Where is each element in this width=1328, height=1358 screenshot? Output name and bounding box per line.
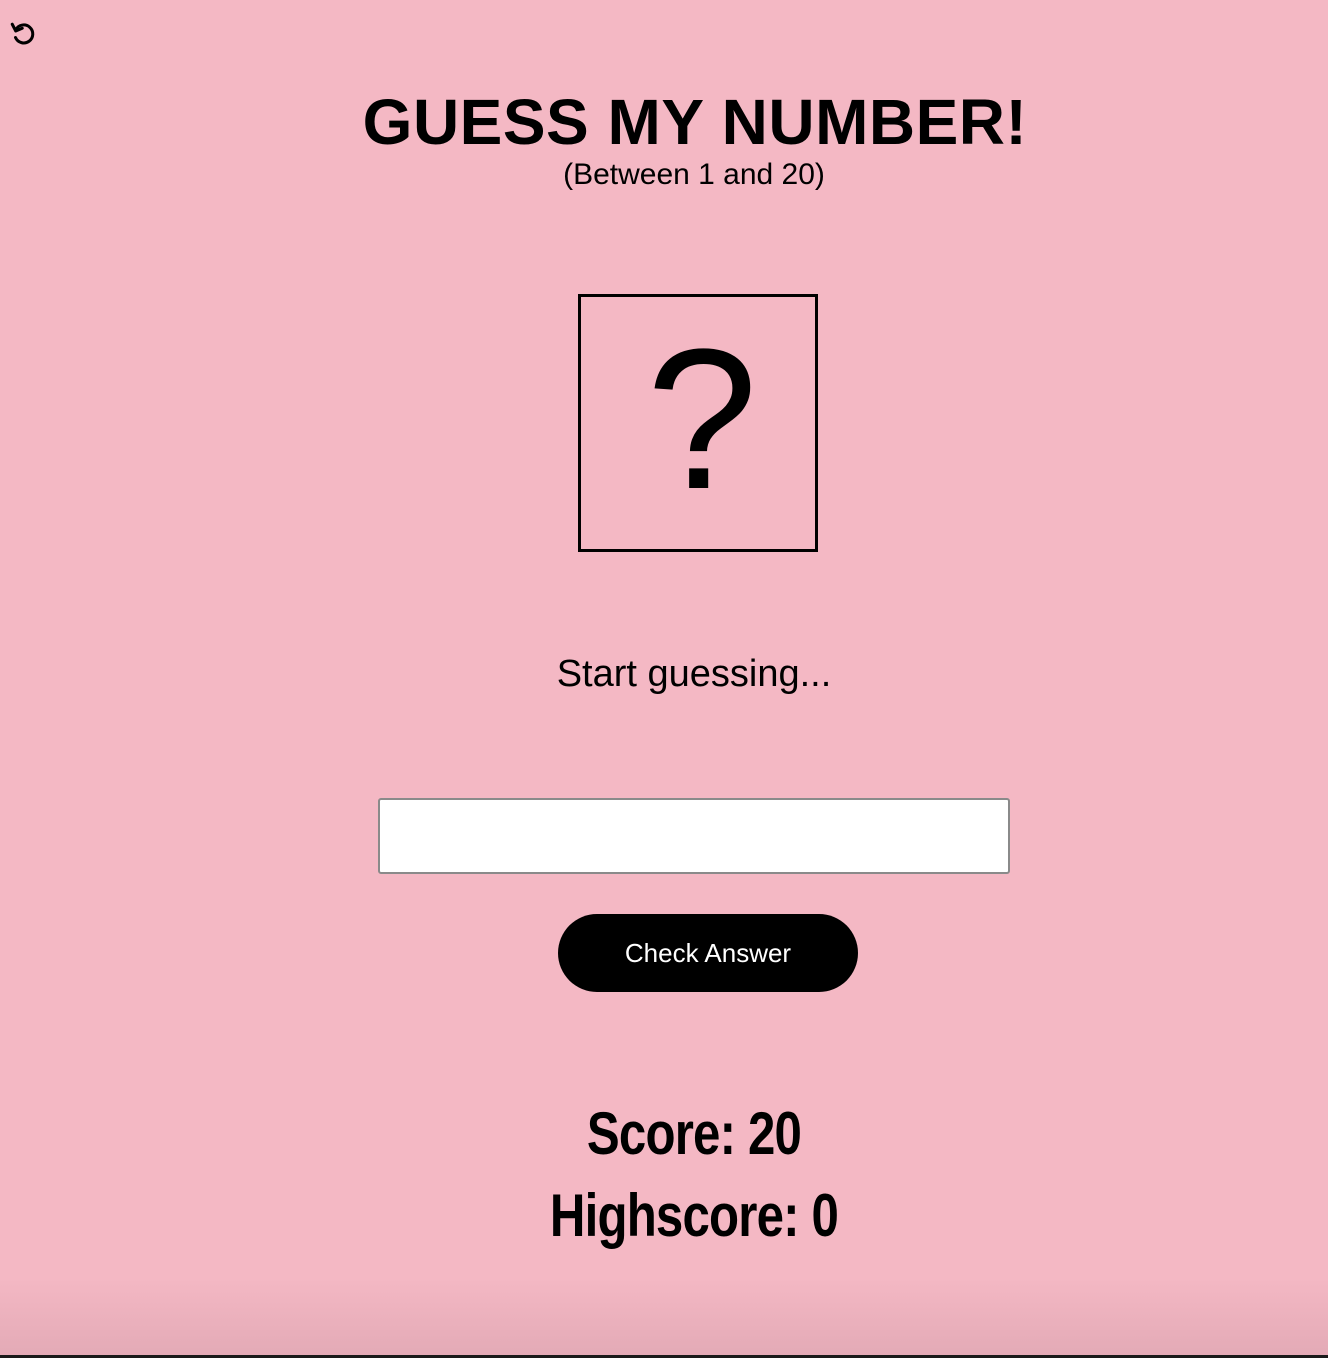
status-message: Start guessing... bbox=[556, 653, 832, 695]
secret-number-box: ? bbox=[578, 294, 818, 552]
page-subtitle: (Between 1 and 20) bbox=[563, 158, 825, 191]
check-answer-button[interactable]: Check Answer bbox=[558, 914, 858, 992]
bottom-shade bbox=[0, 1278, 1328, 1358]
highscore-label: Highscore: 0 bbox=[549, 1182, 839, 1249]
score-label: Score: 20 bbox=[586, 1100, 802, 1167]
reset-icon bbox=[10, 22, 35, 45]
secret-number: ? bbox=[646, 308, 758, 531]
page-title: GUESS MY NUMBER! bbox=[362, 86, 1028, 158]
reset-button[interactable] bbox=[8, 18, 40, 50]
guess-input[interactable] bbox=[378, 798, 1010, 874]
